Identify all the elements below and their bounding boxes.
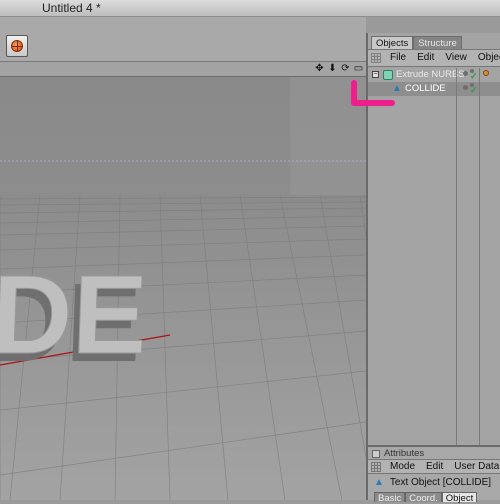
enabled-check-icon[interactable]: ✓ — [470, 85, 478, 96]
title-bar: Untitled 4 * — [0, 0, 500, 17]
panel-toggle-icon[interactable] — [372, 449, 380, 458]
menu-mode[interactable]: Mode — [390, 461, 415, 472]
attributes-title: Attributes — [372, 448, 424, 459]
menu-file[interactable]: File — [390, 52, 406, 63]
attributes-menu-bar: Mode Edit User Data — [368, 459, 500, 474]
text-object-icon: ▲ — [374, 477, 384, 488]
nurbs-icon — [383, 70, 393, 80]
visibility-dot-icon[interactable] — [463, 85, 468, 90]
render-button[interactable] — [6, 35, 28, 57]
objects-panel: Objects Structure File Edit View Objects… — [351, 33, 500, 445]
menu-edit[interactable]: Edit — [426, 461, 443, 472]
object-info-label: Text Object [COLLIDE] — [389, 477, 492, 488]
down-arrow-icon[interactable]: ⬇ — [327, 63, 338, 74]
attribute-tabs: Basic Coord. Object — [374, 492, 478, 504]
tree-columns: ✓ ✓ — [456, 68, 500, 445]
enabled-check-icon[interactable]: ✓ — [470, 71, 478, 82]
menu-objects[interactable]: Objects — [478, 52, 500, 63]
tab-coord[interactable]: Coord. — [405, 492, 442, 504]
attributes-title-label: Attributes — [384, 448, 425, 459]
tag-icon[interactable] — [483, 70, 489, 76]
text-object-icon: ▲ — [392, 83, 402, 94]
visibility-dot-icon[interactable] — [463, 71, 468, 76]
grip-icon[interactable] — [371, 53, 381, 63]
expand-icon[interactable]: − — [372, 71, 379, 78]
objects-menu-bar: File Edit View Objects — [368, 49, 500, 67]
render-globe-icon — [11, 40, 23, 52]
object-info: ▲ Text Object [COLLIDE] — [374, 477, 491, 488]
main-toolbar — [0, 17, 366, 62]
window-title: Untitled 4 * — [42, 1, 101, 15]
viewport-scene: DE DE — [0, 77, 366, 500]
menu-view[interactable]: View — [445, 52, 467, 63]
grip-icon[interactable] — [371, 462, 381, 472]
svg-text:DE: DE — [0, 252, 149, 377]
menu-user-data[interactable]: User Data — [454, 461, 499, 472]
attributes-panel: Attributes Mode Edit User Data ▲ Text Ob… — [366, 445, 500, 504]
maximize-icon[interactable]: ▭ — [353, 63, 364, 74]
tree-item-label: Extrude NURBS — [396, 69, 465, 80]
tab-structure[interactable]: Structure — [413, 36, 462, 49]
tab-basic[interactable]: Basic — [374, 492, 406, 504]
viewport-header: ✥ ⬇ ⟳ ▭ — [0, 62, 366, 77]
menu-edit[interactable]: Edit — [417, 52, 434, 63]
rotate-icon[interactable]: ⟳ — [340, 63, 351, 74]
move-icon[interactable]: ✥ — [314, 63, 325, 74]
extruded-text-de: DE DE — [0, 252, 150, 385]
tab-objects[interactable]: Objects — [371, 36, 414, 49]
3d-viewport[interactable]: DE DE — [0, 77, 366, 500]
tab-object[interactable]: Object — [441, 492, 478, 504]
tree-item-label: COLLIDE — [405, 83, 446, 94]
